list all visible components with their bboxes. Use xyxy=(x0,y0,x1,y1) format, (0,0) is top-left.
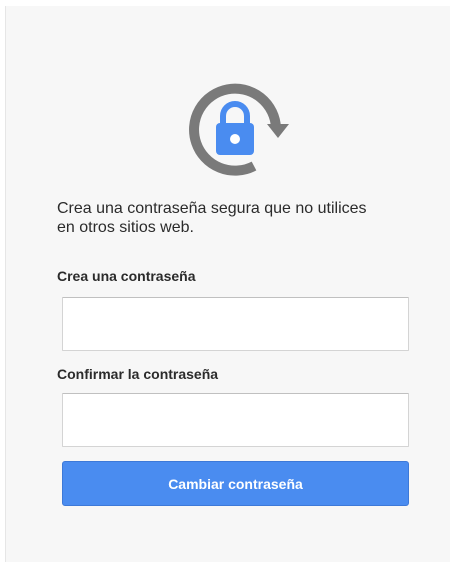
confirm-password-label: Confirmar la contraseña xyxy=(57,366,219,382)
change-password-button[interactable]: Cambiar contraseña xyxy=(62,461,409,506)
new-password-label: Crea una contraseña xyxy=(57,268,196,284)
intro-text: Crea una contraseña segura que no utilic… xyxy=(57,200,367,236)
confirm-password-input[interactable] xyxy=(62,393,409,447)
lock-refresh-icon xyxy=(189,83,289,176)
password-change-card: Crea una contraseña segura que no utilic… xyxy=(5,6,450,562)
new-password-input[interactable] xyxy=(62,297,409,351)
